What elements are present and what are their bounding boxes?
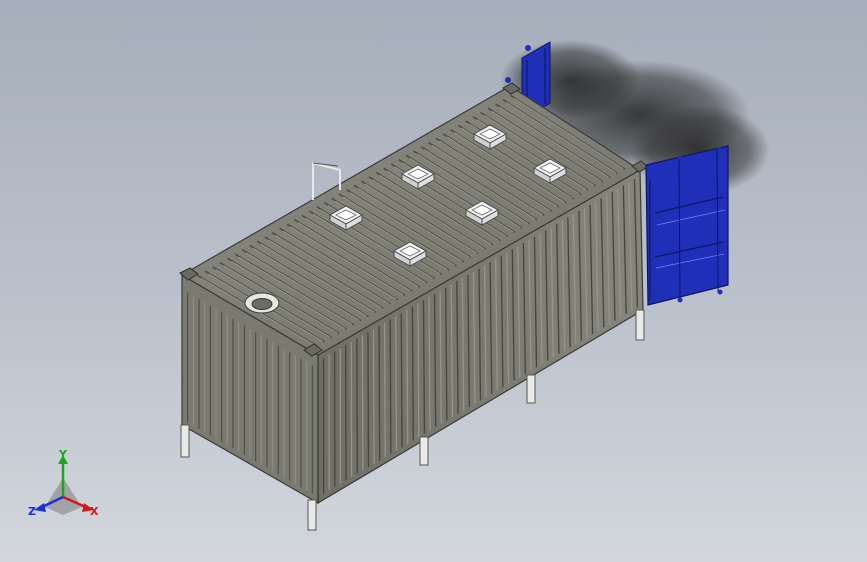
x-axis-label: X bbox=[90, 505, 99, 518]
z-axis-label: Z bbox=[28, 505, 36, 518]
cad-3d-viewport[interactable]: Y X Z bbox=[0, 0, 867, 562]
axis-triad[interactable]: Y X Z bbox=[28, 448, 99, 518]
y-axis-label: Y bbox=[58, 448, 68, 461]
front-door-open[interactable] bbox=[645, 145, 729, 306]
container-model-scene[interactable]: Y X Z bbox=[0, 0, 867, 562]
roof-hatch-circular[interactable] bbox=[244, 292, 280, 314]
